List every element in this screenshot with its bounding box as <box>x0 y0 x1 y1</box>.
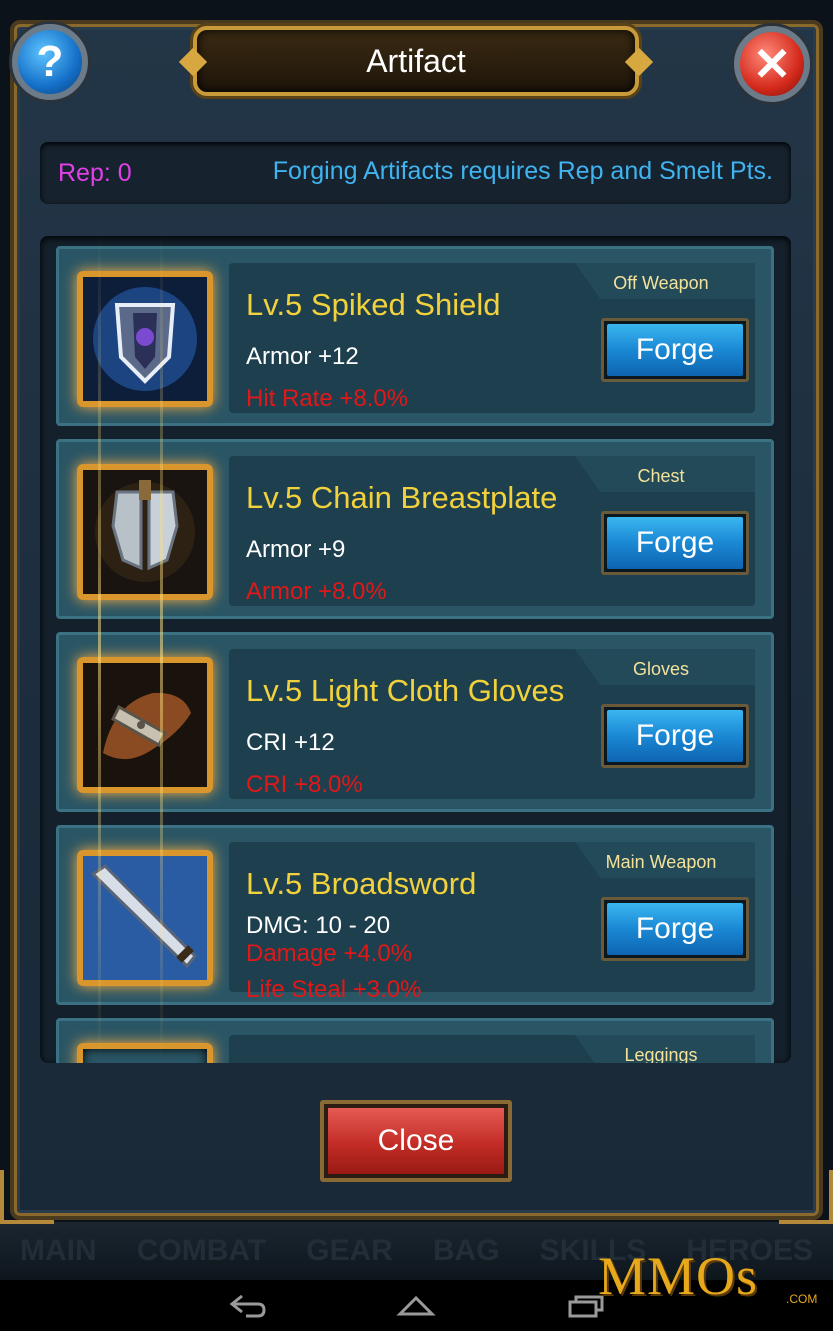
item-name: Lv.5 Spiked Shield <box>246 287 501 322</box>
forge-button[interactable]: Forge <box>601 511 749 575</box>
item-name: Lv.5 Light Cloth Gloves <box>246 673 565 708</box>
close-x-icon: ✕ <box>752 38 792 90</box>
rep-value: Rep: 0 <box>58 159 132 187</box>
rep-info-bar: Rep: 0 Forging Artifacts requires Rep an… <box>40 142 791 204</box>
slot-label: Leggings <box>624 1045 698 1063</box>
dialog-title-plate: Artifact <box>193 26 639 96</box>
item-bonus: Armor +8.0% <box>246 578 387 605</box>
slot-label: Gloves <box>632 659 690 679</box>
back-icon[interactable] <box>228 1292 268 1324</box>
artifact-info: Chest Lv.5 Chain Breastplate Armor +9 Ar… <box>229 456 755 606</box>
forge-button[interactable]: Forge <box>601 897 749 961</box>
artifact-info: Off Weapon Lv.5 Spiked Shield Armor +12 … <box>229 263 755 413</box>
forge-label: Forge <box>607 903 743 955</box>
artifact-list[interactable]: Off Weapon Lv.5 Spiked Shield Armor +12 … <box>40 236 791 1063</box>
close-button-label: Close <box>328 1108 504 1174</box>
frame-corner <box>0 1170 54 1224</box>
sparkle-effect <box>98 236 101 1063</box>
watermark-suffix: .COM <box>786 1292 818 1306</box>
artifact-card: Leggings <box>56 1018 774 1063</box>
home-icon[interactable] <box>396 1292 436 1324</box>
forge-label: Forge <box>607 710 743 762</box>
artifact-info: Main Weapon Lv.5 Broadsword DMG: 10 - 20… <box>229 842 755 1003</box>
bg-tab-bag: BAG <box>432 1234 500 1267</box>
artifact-card: Off Weapon Lv.5 Spiked Shield Armor +12 … <box>56 246 774 426</box>
item-bonus: Hit Rate +8.0% <box>246 385 409 412</box>
artifact-card: Chest Lv.5 Chain Breastplate Armor +9 Ar… <box>56 439 774 619</box>
artifact-card: Main Weapon Lv.5 Broadsword DMG: 10 - 20… <box>56 825 774 1005</box>
slot-label: Off Weapon <box>613 273 709 293</box>
forge-label: Forge <box>607 324 743 376</box>
item-stat: Armor +9 <box>246 536 346 563</box>
close-button[interactable]: Close <box>320 1100 512 1182</box>
item-name: Lv.5 Chain Breastplate <box>246 480 558 515</box>
artifact-card: Gloves Lv.5 Light Cloth Gloves CRI +12 C… <box>56 632 774 812</box>
slot-label: Chest <box>637 466 685 486</box>
item-name: Lv.5 Broadsword <box>246 866 477 901</box>
item-bonus: CRI +8.0% <box>246 771 363 798</box>
item-stat: Armor +12 <box>246 343 359 370</box>
close-x-button[interactable]: ✕ <box>734 26 810 102</box>
slot-label: Main Weapon <box>605 852 717 872</box>
bg-tab-combat: COMBAT <box>136 1234 267 1267</box>
bg-tab-main: MAIN <box>20 1234 97 1267</box>
item-stat: DMG: 10 - 20 <box>246 912 391 939</box>
forge-button[interactable]: Forge <box>601 318 749 382</box>
artifact-info: Gloves Lv.5 Light Cloth Gloves CRI +12 C… <box>229 649 755 799</box>
item-bonus: Damage +4.0% <box>246 940 413 967</box>
forge-button[interactable]: Forge <box>601 704 749 768</box>
item-stat: CRI +12 <box>246 729 335 756</box>
item-bonus: Life Steal +3.0% <box>246 976 422 1003</box>
frame-corner <box>779 1170 833 1224</box>
watermark-logo: MMOs <box>598 1246 759 1306</box>
sparkle-effect <box>160 236 163 1063</box>
forge-label: Forge <box>607 517 743 569</box>
help-button[interactable]: ? <box>12 24 88 100</box>
artifact-info: Leggings <box>229 1035 755 1063</box>
bg-tab-gear: GEAR <box>306 1234 393 1267</box>
question-icon: ? <box>36 37 64 86</box>
dialog-title: Artifact <box>366 42 466 79</box>
rep-requirement-note: Forging Artifacts requires Rep and Smelt… <box>272 157 773 185</box>
